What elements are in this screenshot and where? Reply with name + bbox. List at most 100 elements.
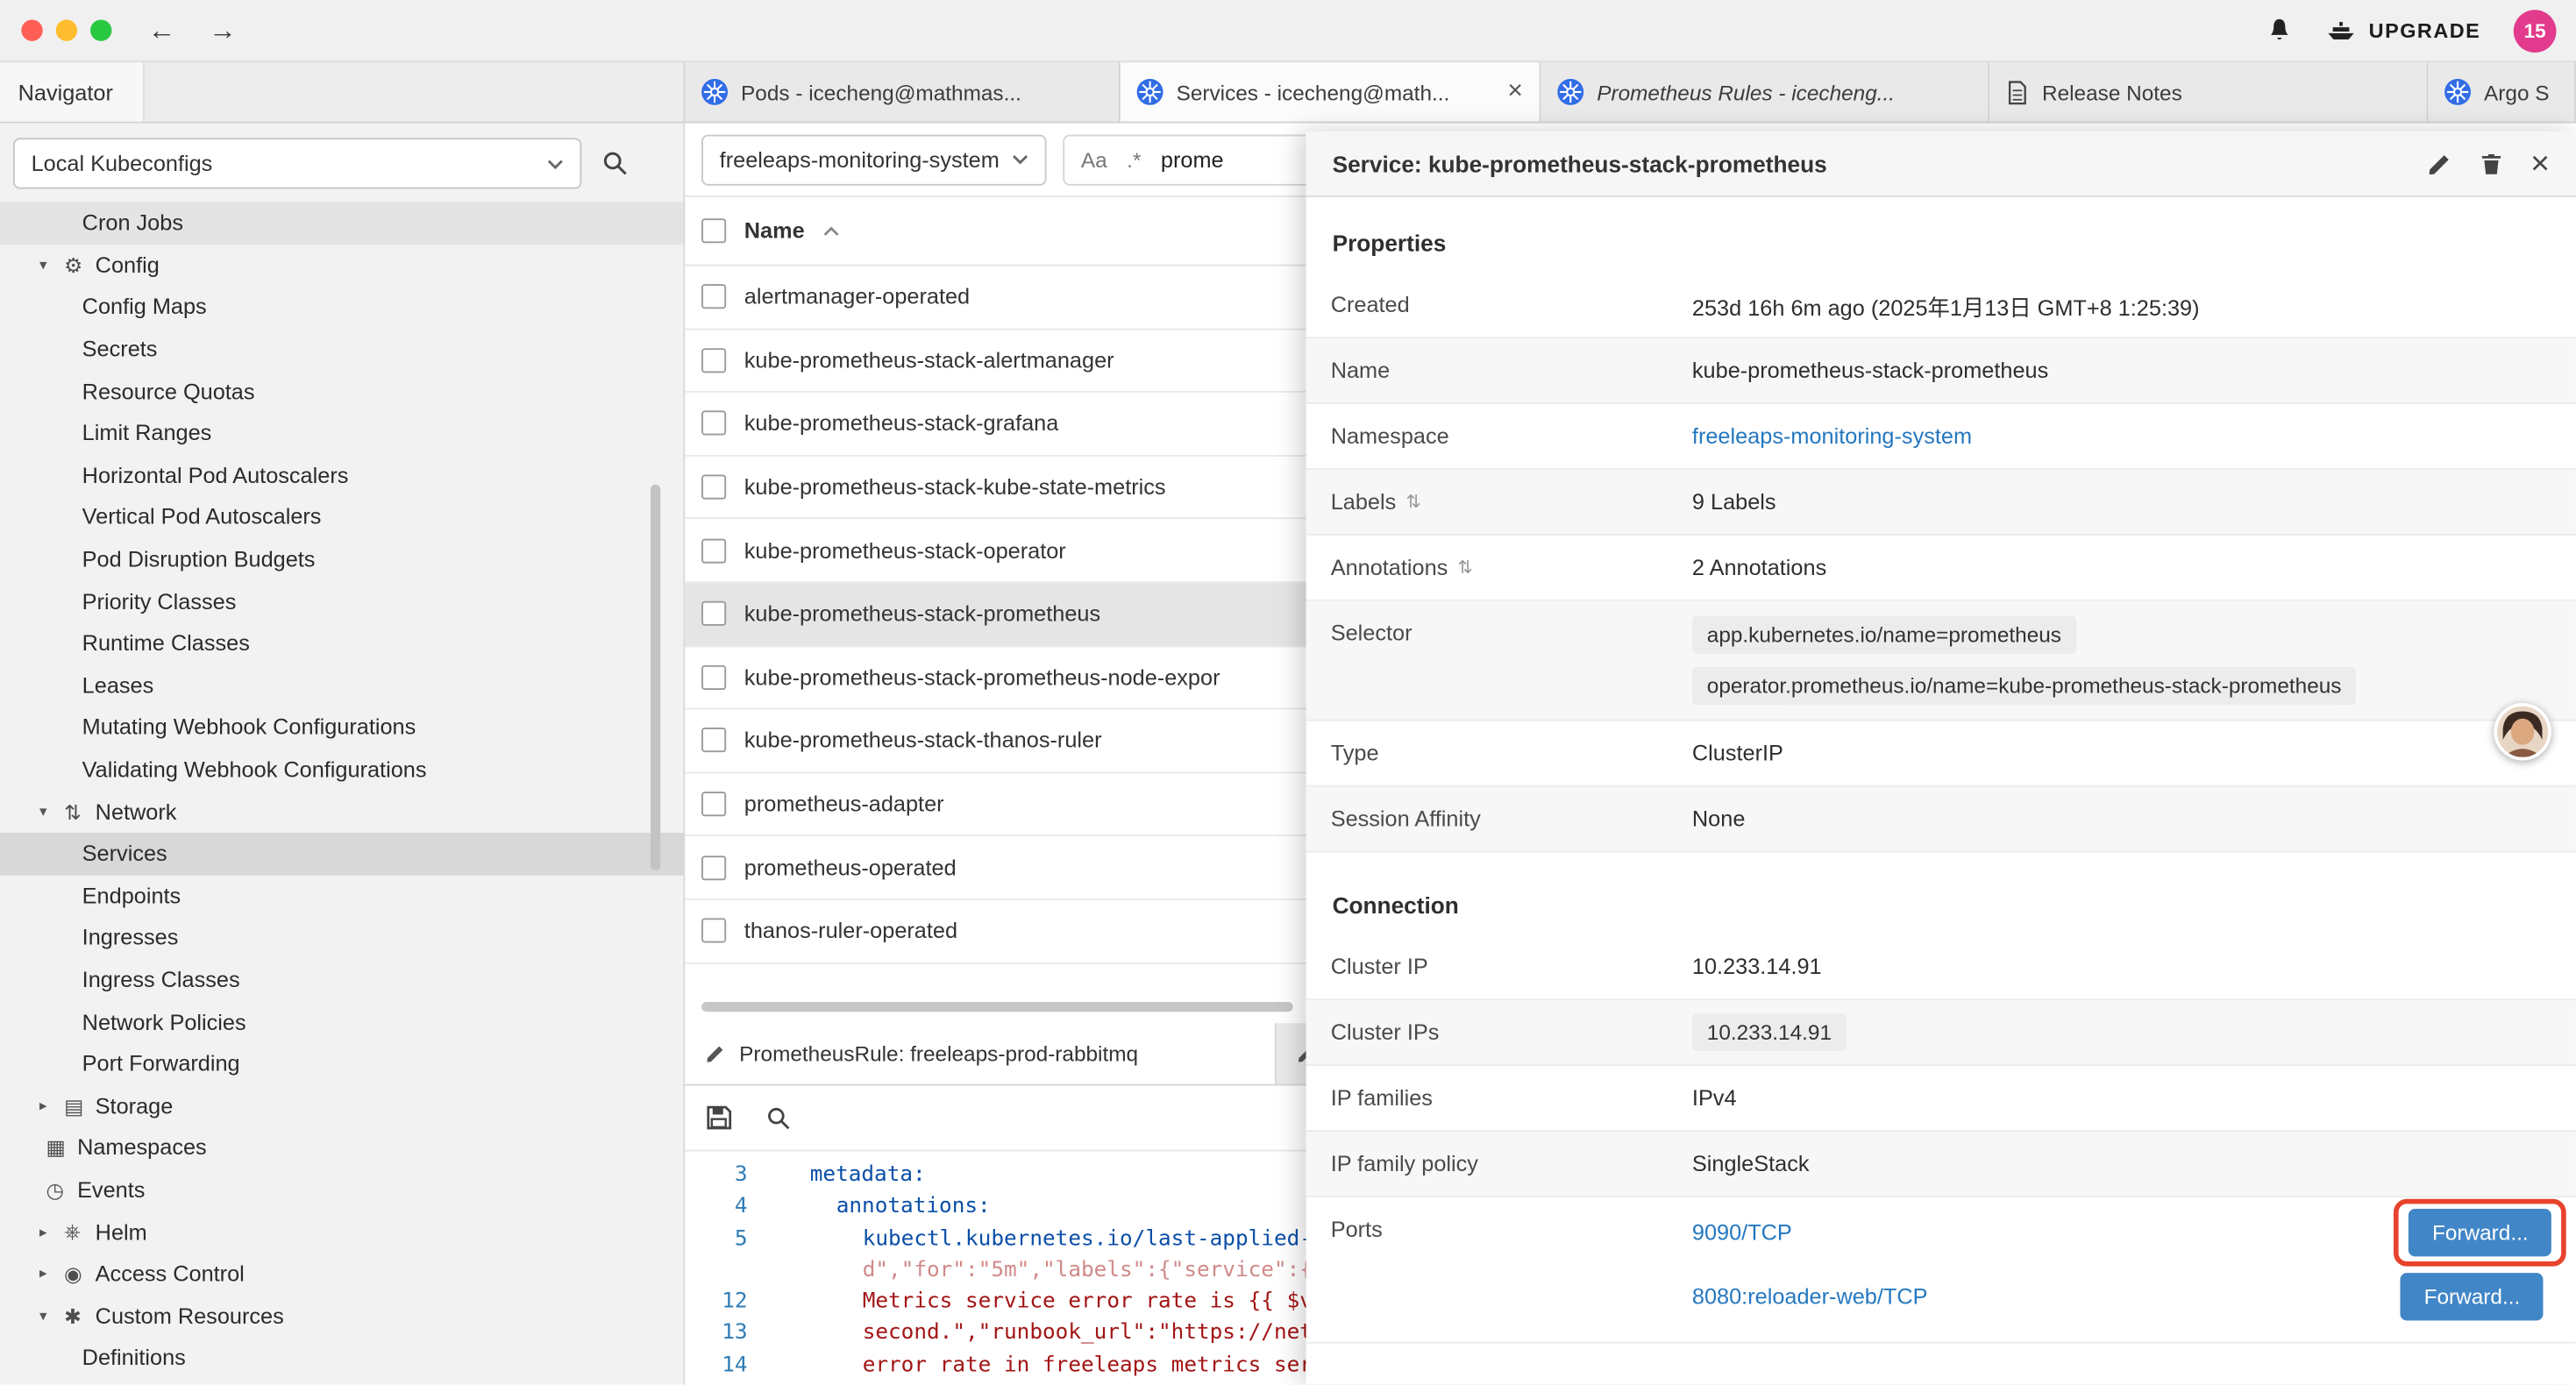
save-icon[interactable] bbox=[705, 1104, 733, 1132]
tree-chevron-icon[interactable]: ▸ bbox=[39, 1097, 64, 1115]
name-column-header[interactable]: Name bbox=[744, 218, 805, 243]
chevron-down-icon bbox=[547, 159, 564, 168]
sidebar-item[interactable]: Definitions bbox=[0, 1337, 683, 1379]
sidebar-item[interactable]: Vertical Pod Autoscalers bbox=[0, 496, 683, 538]
tree-chevron-icon[interactable]: ▸ bbox=[39, 1223, 64, 1241]
sidebar-item[interactable]: Mutating Webhook Configurations bbox=[0, 707, 683, 749]
delete-icon[interactable] bbox=[2480, 150, 2504, 176]
tab-label: Argo S bbox=[2484, 80, 2549, 104]
sidebar-item[interactable]: Limit Ranges bbox=[0, 412, 683, 454]
sidebar-item[interactable]: Runtime Classes bbox=[0, 622, 683, 664]
sidebar-item[interactable]: Services bbox=[0, 833, 683, 875]
row-checkbox[interactable] bbox=[701, 919, 726, 943]
tab[interactable]: Argo S bbox=[2428, 62, 2576, 121]
kubeconfig-selector[interactable]: Local Kubeconfigs bbox=[13, 138, 581, 188]
notifications-bell-icon[interactable] bbox=[2266, 17, 2294, 45]
sidebar-item[interactable]: Ingresses bbox=[0, 917, 683, 959]
tab-close-icon[interactable]: × bbox=[1498, 77, 1523, 107]
tree-chevron-icon[interactable]: ▾ bbox=[39, 1307, 64, 1325]
edit-icon[interactable] bbox=[2427, 150, 2453, 176]
service-name: thanos-ruler-operated bbox=[744, 919, 957, 943]
sidebar-item[interactable]: Config Maps bbox=[0, 286, 683, 328]
tab[interactable]: Services - icecheng@math... × bbox=[1121, 62, 1541, 121]
regex-toggle[interactable]: .* bbox=[1127, 147, 1141, 172]
notification-badge[interactable]: 15 bbox=[2514, 9, 2557, 52]
close-window-button[interactable] bbox=[21, 19, 42, 40]
forward-button[interactable]: Forward... bbox=[2409, 1209, 2551, 1256]
sidebar-item[interactable]: Endpoints bbox=[0, 875, 683, 917]
sidebar-item[interactable]: Secrets bbox=[0, 328, 683, 370]
minimize-window-button[interactable] bbox=[56, 19, 77, 40]
user-avatar[interactable] bbox=[2494, 703, 2551, 761]
editor-search-icon[interactable] bbox=[765, 1104, 792, 1131]
sidebar-item[interactable]: ▸ ◉ Access Control bbox=[0, 1253, 683, 1295]
forward-button[interactable]: → bbox=[209, 17, 237, 45]
sidebar-item[interactable]: ▾ ⇅ Network bbox=[0, 791, 683, 833]
tab[interactable]: Release Notes bbox=[1989, 62, 2428, 121]
row-checkbox[interactable] bbox=[701, 601, 726, 626]
document-icon bbox=[2006, 80, 2029, 104]
tree-chevron-icon[interactable]: ▾ bbox=[39, 256, 64, 274]
match-case-toggle[interactable]: Aa bbox=[1081, 147, 1107, 172]
tab[interactable]: Prometheus Rules - icecheng... bbox=[1541, 62, 1990, 121]
back-button[interactable]: ← bbox=[148, 17, 176, 45]
sidebar-item[interactable]: Network Policies bbox=[0, 1001, 683, 1043]
select-all-checkbox[interactable] bbox=[701, 218, 726, 243]
sidebar-item[interactable]: Validating Webhook Configurations bbox=[0, 749, 683, 791]
horizontal-scrollbar[interactable] bbox=[701, 1002, 1293, 1012]
sidebar-item[interactable]: Pod Disruption Budgets bbox=[0, 538, 683, 580]
sidebar-item-label: Definitions bbox=[82, 1346, 186, 1370]
tab-label: Prometheus Rules - icecheng... bbox=[1597, 80, 1895, 104]
row-checkbox[interactable] bbox=[701, 665, 726, 690]
row-checkbox[interactable] bbox=[701, 856, 726, 880]
sidebar-item-label: Endpoints bbox=[82, 884, 181, 908]
tree-chevron-icon[interactable]: ▸ bbox=[39, 1265, 64, 1283]
sidebar-item[interactable]: Port Forwarding bbox=[0, 1043, 683, 1085]
config-icon: ⚙ bbox=[64, 252, 96, 277]
row-checkbox[interactable] bbox=[701, 411, 726, 436]
zoom-window-button[interactable] bbox=[90, 19, 111, 40]
expand-labels-icon[interactable]: ⇅ bbox=[1406, 491, 1421, 512]
sidebar-item[interactable]: ▸ ▤ Storage bbox=[0, 1085, 683, 1127]
sidebar-item-label: Storage bbox=[96, 1093, 174, 1118]
sidebar-item[interactable]: Priority Classes bbox=[0, 580, 683, 622]
navigator-sidebar: Local Kubeconfigs Cron Jobs ▾ ⚙ Config bbox=[0, 124, 685, 1385]
pencil-icon bbox=[705, 1043, 726, 1064]
selector-badge: operator.prometheus.io/name=kube-prometh… bbox=[1692, 667, 2356, 705]
row-checkbox[interactable] bbox=[701, 475, 726, 500]
upgrade-button[interactable]: UPGRADE bbox=[2326, 19, 2480, 42]
service-name: alertmanager-operated bbox=[744, 285, 970, 309]
sidebar-item[interactable]: ▾ ✱ Custom Resources bbox=[0, 1295, 683, 1337]
sidebar-item[interactable]: Resource Quotas bbox=[0, 370, 683, 412]
row-checkbox[interactable] bbox=[701, 538, 726, 563]
sidebar-item[interactable]: Leases bbox=[0, 664, 683, 707]
port-link[interactable]: 9090/TCP bbox=[1692, 1220, 1792, 1245]
sidebar-item[interactable]: Cron Jobs bbox=[0, 202, 683, 244]
sidebar-item[interactable]: ◷ Events bbox=[0, 1168, 683, 1211]
sidebar-item[interactable]: ▸ ⎈ Helm bbox=[0, 1211, 683, 1253]
port-link[interactable]: 8080:reloader-web/TCP bbox=[1692, 1284, 1928, 1309]
service-name: kube-prometheus-stack-grafana bbox=[744, 411, 1059, 436]
sidebar-item[interactable]: Ingress Classes bbox=[0, 959, 683, 1001]
row-checkbox[interactable] bbox=[701, 348, 726, 373]
sort-ascending-icon bbox=[822, 226, 839, 236]
sidebar-item-label: Helm bbox=[96, 1219, 147, 1244]
forward-button[interactable]: Forward... bbox=[2401, 1273, 2543, 1320]
sidebar-scrollbar[interactable] bbox=[651, 485, 660, 870]
expand-annotations-icon[interactable]: ⇅ bbox=[1458, 557, 1473, 578]
sidebar-item[interactable]: Horizontal Pod Autoscalers bbox=[0, 454, 683, 496]
sidebar-item[interactable]: ▦ Namespaces bbox=[0, 1126, 683, 1168]
editor-tab[interactable]: PrometheusRule: freeleaps-prod-rabbitmq bbox=[685, 1023, 1277, 1083]
row-checkbox[interactable] bbox=[701, 792, 726, 816]
tab[interactable]: Pods - icecheng@mathmas... bbox=[685, 62, 1121, 121]
sidebar-item[interactable]: ▾ ⚙ Config bbox=[0, 244, 683, 286]
search-icon[interactable] bbox=[601, 150, 630, 178]
connection-heading: Connection bbox=[1333, 891, 2550, 918]
namespace-selector[interactable]: freeleaps-monitoring-system bbox=[701, 134, 1046, 185]
namespace-link[interactable]: freeleaps-monitoring-system bbox=[1692, 423, 1972, 448]
row-checkbox[interactable] bbox=[701, 285, 726, 309]
row-checkbox[interactable] bbox=[701, 728, 726, 753]
tree-chevron-icon[interactable]: ▾ bbox=[39, 803, 64, 821]
close-icon[interactable]: × bbox=[2530, 147, 2550, 180]
service-name: kube-prometheus-stack-kube-state-metrics bbox=[744, 475, 1166, 500]
